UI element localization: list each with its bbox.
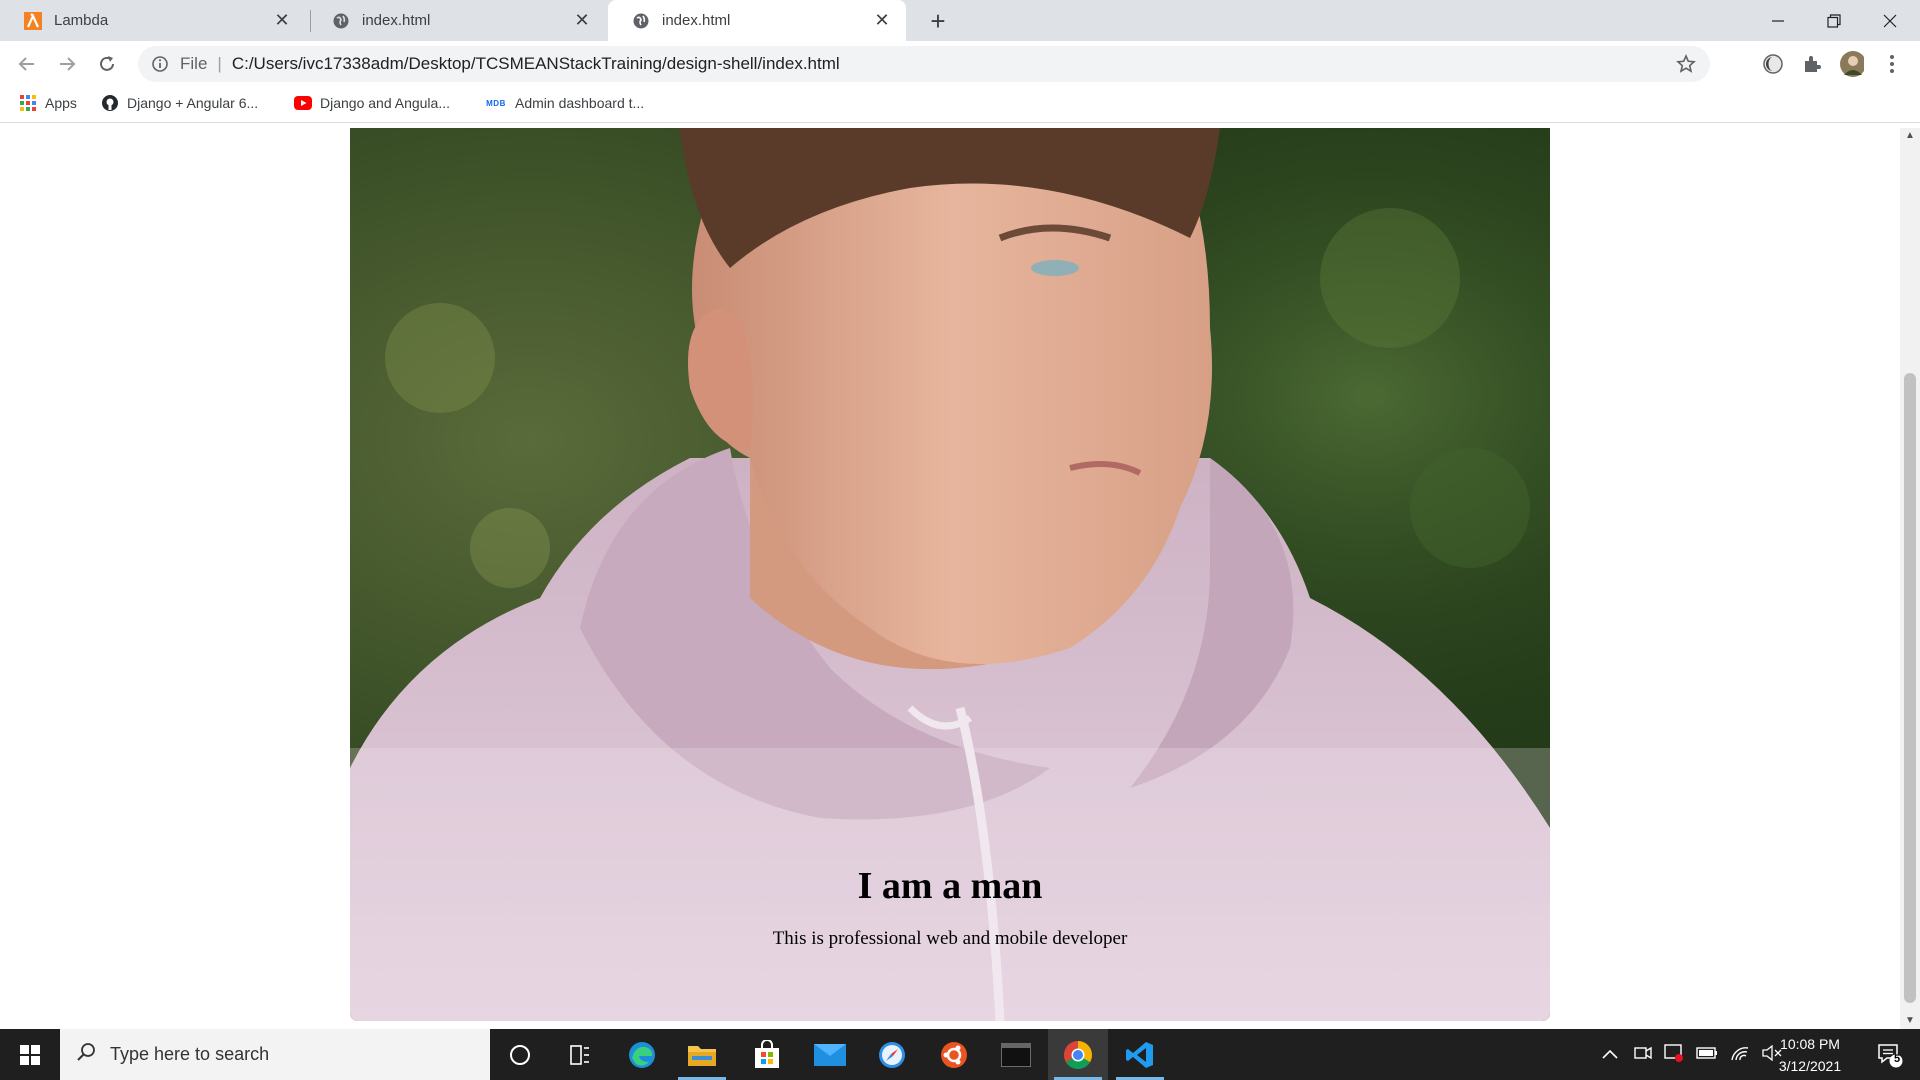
taskbar-search-box[interactable]: Type here to search xyxy=(60,1029,490,1080)
tab-title: Lambda xyxy=(54,12,109,29)
url-text[interactable]: C:/Users/ivc17338adm/Desktop/TCSMEANStac… xyxy=(232,54,840,74)
windows-logo-icon xyxy=(20,1044,40,1065)
start-button[interactable] xyxy=(0,1029,60,1080)
close-icon xyxy=(1883,14,1897,27)
info-icon[interactable] xyxy=(150,54,170,74)
close-tab-icon[interactable]: ✕ xyxy=(272,10,292,31)
minimize-button[interactable] xyxy=(1750,0,1806,41)
search-placeholder: Type here to search xyxy=(110,1044,270,1064)
clock-date: 3/12/2021 xyxy=(1778,1058,1842,1074)
tab-index-active[interactable]: index.html ✕ xyxy=(608,0,906,41)
globe-icon xyxy=(632,12,650,30)
safari-icon[interactable] xyxy=(862,1029,922,1080)
scroll-down-arrow-icon[interactable]: ▼ xyxy=(1900,1013,1920,1029)
page-viewport: I am a man This is professional web and … xyxy=(0,128,1900,1029)
page-scrollbar[interactable]: ▲ ▼ xyxy=(1900,128,1920,1029)
system-tray xyxy=(1592,1029,1788,1080)
forward-button[interactable] xyxy=(53,50,81,78)
github-icon xyxy=(101,94,119,112)
tab-index-1[interactable]: index.html ✕ xyxy=(308,0,606,41)
windows-taskbar: Type here to search 10:08 PM 3/12/2021 5 xyxy=(0,1029,1920,1080)
address-bar[interactable]: File | C:/Users/ivc17338adm/Desktop/TCSM… xyxy=(138,46,1710,82)
browser-title-bar: Lambda ✕ index.html ✕ index.html ✕ + xyxy=(0,0,1920,41)
security-alert-icon[interactable] xyxy=(1664,1043,1684,1066)
tab-lambda[interactable]: Lambda ✕ xyxy=(0,0,306,41)
bookmark-star-icon[interactable] xyxy=(1676,53,1696,79)
mail-icon[interactable] xyxy=(800,1029,860,1080)
close-tab-icon[interactable]: ✕ xyxy=(872,10,892,31)
profile-avatar[interactable] xyxy=(1840,51,1864,77)
tab-title: index.html xyxy=(362,12,431,29)
notification-center-icon[interactable]: 5 xyxy=(1860,1029,1920,1080)
show-hidden-icons-chevron-icon[interactable] xyxy=(1602,1046,1618,1063)
scroll-up-arrow-icon[interactable]: ▲ xyxy=(1900,128,1920,144)
bookmark-django-youtube[interactable]: Django and Angula... xyxy=(294,94,450,112)
bookmark-admin-dashboard[interactable]: MDB Admin dashboard t... xyxy=(485,94,644,112)
battery-icon[interactable] xyxy=(1696,1046,1718,1063)
bookmarks-bar: Apps Django + Angular 6... Django and An… xyxy=(0,87,1920,123)
taskbar-clock[interactable]: 10:08 PM 3/12/2021 xyxy=(1760,1033,1860,1077)
scrollbar-thumb[interactable] xyxy=(1904,373,1916,1003)
ubuntu-icon[interactable] xyxy=(924,1029,984,1080)
forward-arrow-icon xyxy=(60,57,76,71)
bookmark-apps[interactable]: Apps xyxy=(19,94,77,112)
clock-time: 10:08 PM xyxy=(1780,1036,1840,1052)
wifi-icon[interactable] xyxy=(1730,1045,1750,1065)
close-window-button[interactable] xyxy=(1862,0,1918,41)
mdb-badge: MDB xyxy=(486,98,506,108)
edge-icon[interactable] xyxy=(612,1029,672,1080)
meet-now-icon[interactable] xyxy=(1634,1045,1652,1065)
notification-count-badge: 5 xyxy=(1894,1053,1901,1065)
back-button[interactable] xyxy=(13,50,41,78)
search-icon xyxy=(76,1042,96,1067)
terminal-icon[interactable] xyxy=(986,1029,1046,1080)
close-tab-icon[interactable]: ✕ xyxy=(572,10,592,31)
chrome-menu-icon[interactable] xyxy=(1880,52,1904,76)
restore-icon xyxy=(1827,13,1841,28)
globe-icon xyxy=(332,12,350,30)
tab-title: index.html xyxy=(662,12,731,29)
bookmark-label: Django and Angula... xyxy=(320,95,450,111)
bookmark-label: Apps xyxy=(45,95,77,111)
divider: | xyxy=(217,54,222,73)
chrome-icon[interactable] xyxy=(1048,1029,1108,1080)
task-view-icon[interactable] xyxy=(550,1029,610,1080)
back-arrow-icon xyxy=(18,57,34,71)
mdb-icon: MDB xyxy=(485,94,507,112)
hero-card: I am a man This is professional web and … xyxy=(350,128,1550,1021)
dark-reader-extension-icon[interactable] xyxy=(1761,52,1785,76)
store-icon[interactable] xyxy=(737,1029,797,1080)
file-explorer-icon[interactable] xyxy=(672,1029,732,1080)
hero-heading: I am a man xyxy=(857,865,1043,907)
hero-subtitle: This is professional web and mobile deve… xyxy=(772,928,1128,949)
browser-toolbar: File | C:/Users/ivc17338adm/Desktop/TCSM… xyxy=(0,41,1920,87)
cortana-icon[interactable] xyxy=(490,1029,550,1080)
reload-button[interactable] xyxy=(93,50,121,78)
restore-button[interactable] xyxy=(1806,0,1862,41)
bookmark-django-angular[interactable]: Django + Angular 6... xyxy=(101,94,258,112)
minimize-icon xyxy=(1772,19,1784,22)
apps-grid-icon xyxy=(19,94,37,112)
new-tab-button[interactable]: + xyxy=(923,6,953,36)
reload-icon xyxy=(100,56,114,71)
bookmark-label: Django + Angular 6... xyxy=(127,95,259,111)
bookmark-label: Admin dashboard t... xyxy=(515,95,645,111)
scheme-label: File xyxy=(180,54,208,73)
youtube-icon xyxy=(294,94,312,112)
extensions-puzzle-icon[interactable] xyxy=(1800,52,1824,76)
lambda-favicon-icon xyxy=(24,11,42,30)
vscode-icon[interactable] xyxy=(1110,1029,1170,1080)
